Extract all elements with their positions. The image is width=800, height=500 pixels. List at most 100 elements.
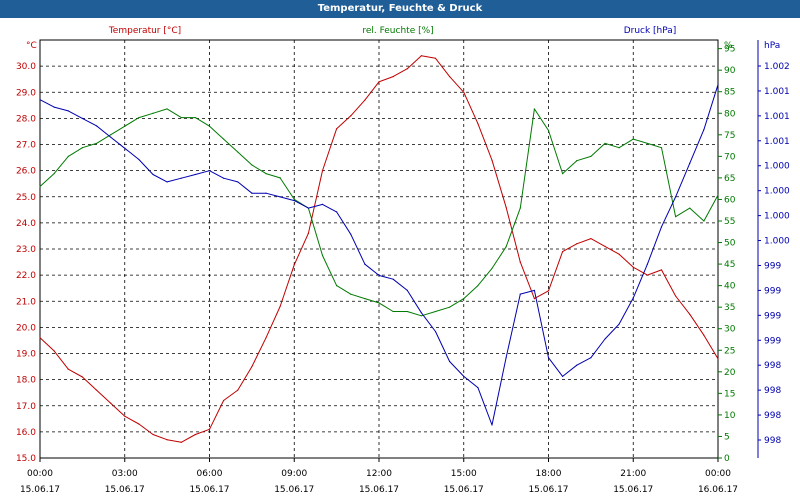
temperature-data-point	[463, 91, 465, 93]
temp-tick-label: 25.0	[16, 193, 36, 203]
pressure-data-point	[251, 192, 253, 194]
humidity-tick-label: 60	[724, 195, 736, 205]
temperature-data-point	[392, 75, 394, 78]
temperature-data-point	[237, 389, 239, 391]
humidity-data-point	[660, 147, 663, 149]
humidity-unit-label: %	[724, 41, 733, 51]
humidity-tick-label: 75	[724, 131, 735, 141]
humidity-data-point	[604, 142, 606, 145]
humidity-data-point	[95, 142, 98, 145]
humidity-tick-label: 30	[724, 325, 736, 335]
humidity-data-point	[293, 198, 295, 201]
humidity-tick-label: 50	[724, 239, 736, 249]
humidity-data-point	[67, 155, 69, 157]
x-tick-time: 12:00	[366, 469, 392, 479]
humidity-data-point	[336, 285, 338, 287]
pressure-tick-label: 998	[764, 386, 781, 396]
temperature-data-point	[81, 376, 83, 378]
x-tick-time: 21:00	[620, 469, 646, 479]
pressure-data-point	[632, 297, 634, 299]
temperature-data-point	[519, 261, 521, 263]
humidity-data-point	[562, 172, 564, 175]
temp-tick-label: 22.0	[16, 271, 36, 281]
x-tick-time: 00:00	[705, 469, 731, 479]
humidity-data-point	[180, 116, 182, 119]
humidity-tick-label: 10	[724, 411, 736, 421]
temperature-data-point	[166, 439, 168, 441]
pressure-tick-label: 999	[764, 286, 781, 296]
temperature-data-point	[223, 399, 225, 402]
humidity-data-point	[519, 207, 521, 209]
temperature-data-point	[477, 123, 479, 125]
pressure-data-point	[463, 375, 465, 378]
pressure-data-point	[350, 233, 352, 235]
temperature-data-point	[251, 365, 253, 368]
x-tick-date: 15.06.17	[189, 485, 229, 495]
x-tick-date: 15.06.17	[274, 485, 314, 495]
humidity-data-point	[81, 147, 83, 149]
humidity-tick-label: 80	[724, 109, 736, 119]
humidity-tick-label: 20	[724, 368, 736, 378]
pressure-data-point	[364, 263, 366, 265]
temperature-data-point	[124, 415, 126, 417]
pressure-data-point	[660, 226, 663, 228]
humidity-axis-title: rel. Feuchte [%]	[362, 26, 433, 36]
humidity-tick-label: 70	[724, 152, 736, 162]
pressure-data-point	[138, 158, 140, 161]
humidity-data-point	[689, 207, 691, 209]
humidity-data-point	[491, 267, 493, 269]
pressure-data-point	[491, 424, 493, 426]
humidity-tick-label: 15	[724, 389, 735, 399]
humidity-data-point	[194, 116, 196, 119]
x-tick-time: 00:00	[27, 469, 53, 479]
pressure-data-point	[95, 125, 98, 127]
humidity-data-point	[378, 302, 380, 304]
pressure-data-point	[194, 173, 196, 176]
pressure-data-point	[307, 207, 309, 209]
temperature-data-point	[364, 99, 366, 101]
humidity-data-point	[406, 310, 408, 313]
temp-tick-label: 20.0	[16, 323, 36, 333]
pressure-tick-label: 999	[764, 261, 781, 271]
pressure-tick-label: 1.002	[764, 62, 790, 72]
humidity-data-point	[124, 125, 126, 127]
x-tick-date: 16.06.17	[698, 485, 738, 495]
temperature-data-point	[604, 245, 606, 247]
humidity-data-point	[420, 315, 422, 317]
humidity-data-point	[618, 147, 620, 149]
pressure-data-point	[505, 357, 507, 359]
pressure-data-point	[717, 84, 719, 86]
pressure-data-point	[675, 196, 677, 198]
temperature-data-point	[533, 298, 535, 300]
temp-tick-label: 21.0	[16, 297, 36, 307]
temperature-data-point	[576, 243, 578, 245]
temperature-data-point	[53, 350, 55, 352]
x-tick-date: 15.06.17	[613, 485, 653, 495]
temperature-data-point	[689, 313, 691, 315]
x-tick-date: 15.06.17	[528, 485, 568, 495]
pressure-tick-label: 998	[764, 411, 781, 421]
temperature-data-point	[307, 232, 309, 234]
temperature-data-point	[547, 290, 550, 292]
pressure-data-point	[152, 173, 154, 176]
pressure-data-point	[618, 323, 620, 325]
pressure-data-point	[237, 181, 239, 183]
humidity-tick-label: 40	[724, 282, 736, 292]
temperature-data-point	[618, 253, 620, 255]
temp-tick-label: 19.0	[16, 350, 36, 360]
pressure-data-point	[449, 360, 451, 363]
humidity-data-point	[166, 108, 168, 110]
temp-tick-label: 26.0	[16, 167, 36, 177]
pressure-data-point	[208, 170, 211, 172]
pressure-data-point	[434, 330, 437, 333]
x-tick-date: 15.06.17	[444, 485, 484, 495]
x-tick-time: 18:00	[536, 469, 562, 479]
temperature-data-point	[717, 358, 719, 360]
temperature-data-point	[265, 337, 267, 339]
humidity-data-point	[434, 310, 437, 313]
pressure-data-point	[180, 177, 182, 179]
temperature-data-point	[646, 274, 648, 276]
pressure-data-point	[321, 203, 324, 205]
temp-unit-label: °C	[26, 41, 37, 51]
temperature-data-point	[562, 251, 564, 253]
